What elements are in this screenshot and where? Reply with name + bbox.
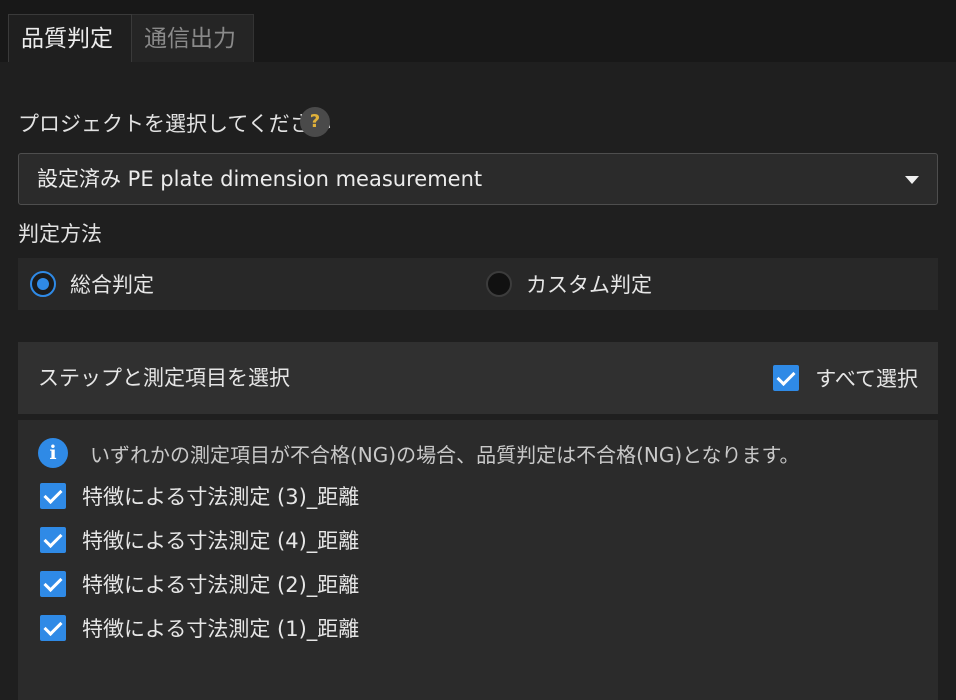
caret-down-icon <box>905 176 919 184</box>
judgment-method-radio-group: 総合判定 カスタム判定 <box>18 258 938 310</box>
measurement-item-label: 特徴による寸法測定 (3)_距離 <box>82 485 360 509</box>
select-all-checkbox[interactable]: すべて選択 <box>773 342 918 414</box>
help-icon[interactable]: ? <box>300 107 330 137</box>
steps-panel-body: i いずれかの測定項目が不合格(NG)の場合、品質判定は不合格(NG)となります… <box>18 420 938 700</box>
radio-custom-judgment[interactable]: カスタム判定 <box>486 258 652 310</box>
checkbox-checked-icon <box>40 527 66 553</box>
measurement-item-checkbox[interactable]: 特徴による寸法測定 (3)_距離 <box>40 480 359 512</box>
measurement-item-label: 特徴による寸法測定 (2)_距離 <box>82 573 360 597</box>
tab-bar: 品質判定 通信出力 <box>0 0 956 62</box>
checkbox-checked-icon <box>773 365 800 391</box>
checkbox-checked-icon <box>40 615 66 641</box>
checkbox-checked-icon <box>40 483 66 509</box>
info-icon: i <box>38 438 68 468</box>
radio-label-custom: カスタム判定 <box>526 273 652 297</box>
measurement-item-label: 特徴による寸法測定 (1)_距離 <box>82 617 360 641</box>
measurement-item-checkbox[interactable]: 特徴による寸法測定 (1)_距離 <box>40 612 359 644</box>
radio-overall-judgment[interactable]: 総合判定 <box>30 258 154 310</box>
project-dropdown-value: 設定済み PE plate dimension measurement <box>37 167 483 191</box>
tab-quality-judgment[interactable]: 品質判定 <box>8 14 132 62</box>
measurement-item-checkbox[interactable]: 特徴による寸法測定 (2)_距離 <box>40 568 359 600</box>
radio-label-overall: 総合判定 <box>70 273 154 297</box>
info-text: いずれかの測定項目が不合格(NG)の場合、品質判定は不合格(NG)となります。 <box>90 442 800 467</box>
checkbox-checked-icon <box>40 571 66 597</box>
radio-unselected-icon <box>486 271 512 297</box>
info-message: i いずれかの測定項目が不合格(NG)の場合、品質判定は不合格(NG)となります… <box>38 438 800 468</box>
select-all-label: すべて選択 <box>815 367 918 391</box>
project-select-label: プロジェクトを選択してください <box>18 112 332 136</box>
measurement-item-label: 特徴による寸法測定 (4)_距離 <box>82 529 360 553</box>
judgment-method-label: 判定方法 <box>18 222 102 246</box>
project-dropdown[interactable]: 設定済み PE plate dimension measurement <box>18 153 938 205</box>
steps-panel-title: ステップと測定項目を選択 <box>38 366 290 390</box>
steps-panel-header: ステップと測定項目を選択 すべて選択 <box>18 342 938 414</box>
measurement-item-checkbox[interactable]: 特徴による寸法測定 (4)_距離 <box>40 524 359 556</box>
tab-communication-output[interactable]: 通信出力 <box>132 14 254 62</box>
radio-selected-icon <box>30 271 56 297</box>
